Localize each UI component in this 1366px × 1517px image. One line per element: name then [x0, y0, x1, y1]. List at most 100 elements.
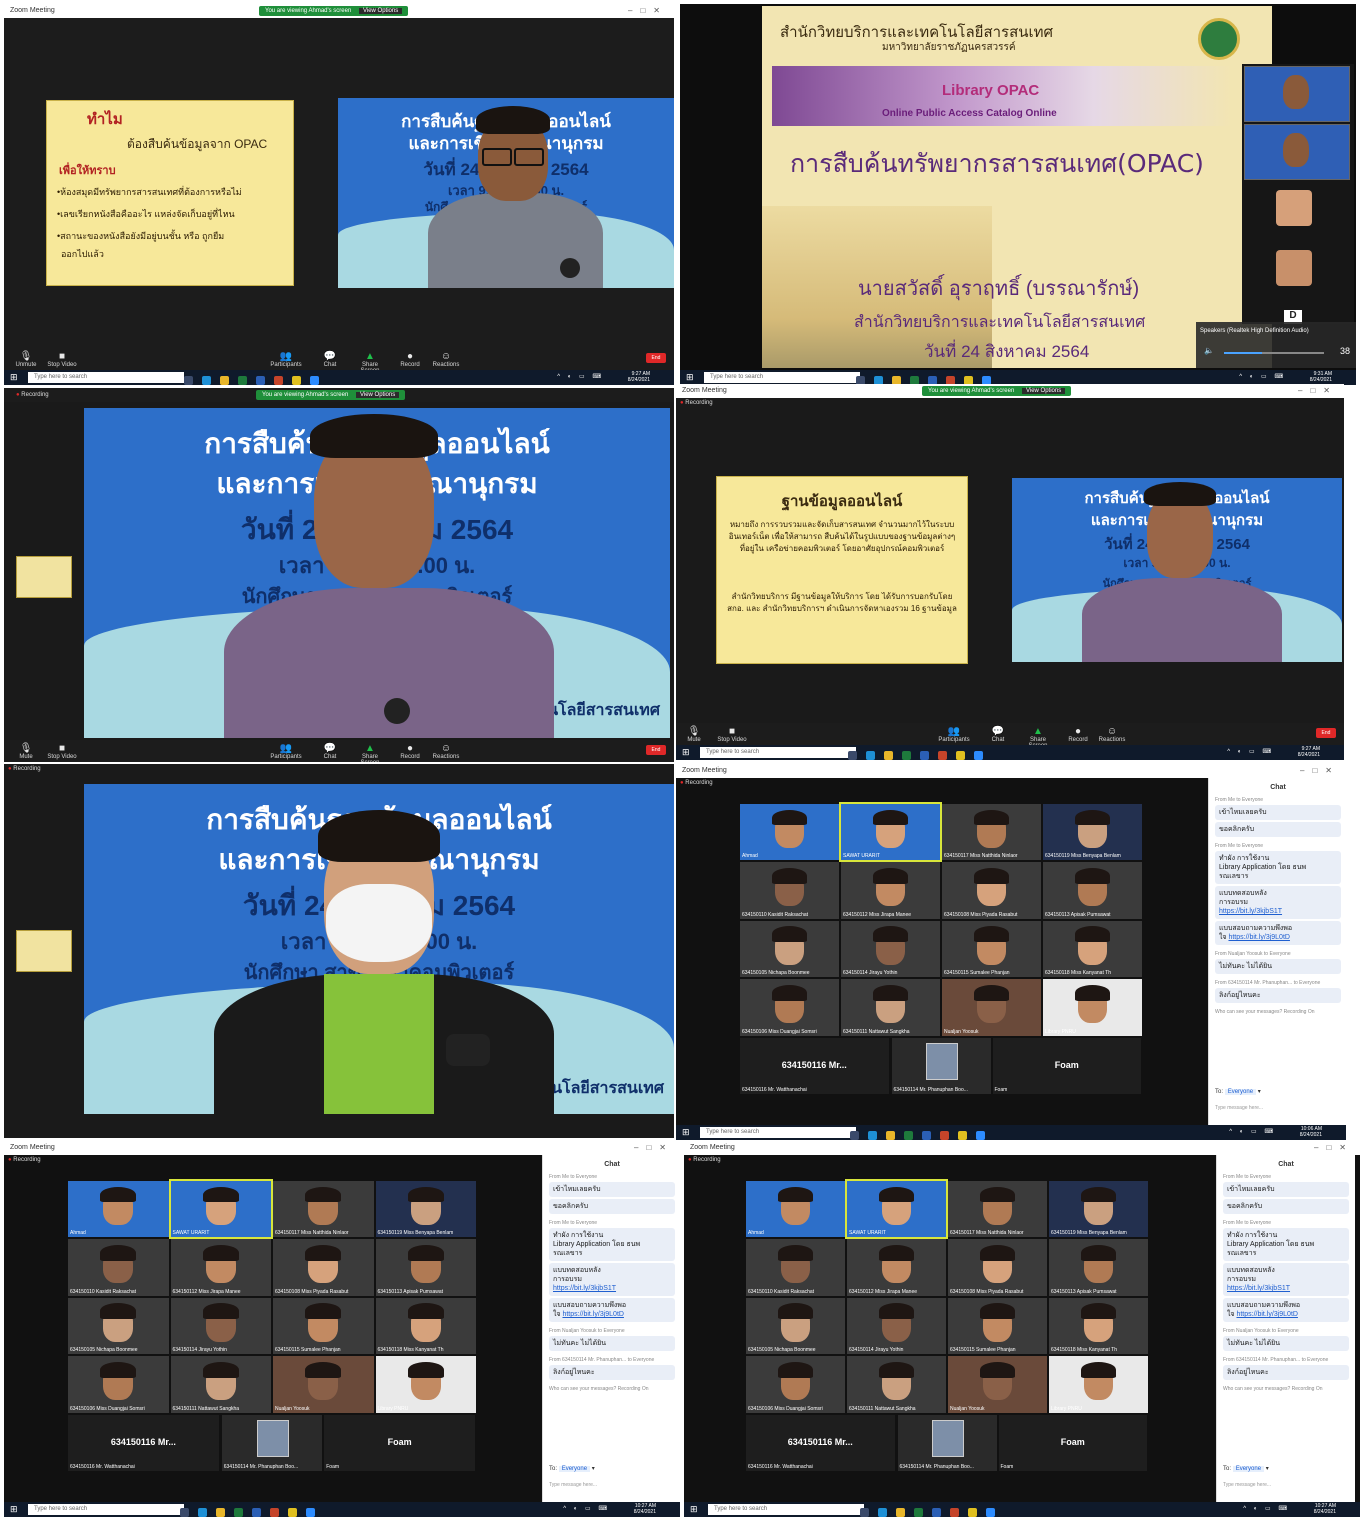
- stop-video-button[interactable]: ■ Stop Video: [46, 743, 78, 760]
- participant-tile[interactable]: Foam Foam: [998, 1414, 1147, 1471]
- participant-tile[interactable]: 634150114 Mr. Phanuphan Boo...: [897, 1414, 997, 1471]
- stop-video-button[interactable]: ■ Stop Video: [716, 726, 748, 743]
- taskbar-search-input[interactable]: Type here to search: [28, 372, 184, 383]
- participant-tile[interactable]: 634150108 Miss Piyada Rasabut: [942, 862, 1041, 919]
- participant-tile[interactable]: Ahmad: [740, 804, 839, 861]
- participant-tile[interactable]: 634150105 Nichapa Boonmee: [746, 1297, 845, 1355]
- unmute-button[interactable]: 🎙 Unmute: [10, 351, 42, 368]
- participant-tile[interactable]: SAWAT URARIT: [845, 1178, 948, 1240]
- participant-tile[interactable]: 634150115 Sumalee Phanjan: [273, 1297, 374, 1355]
- chat-button[interactable]: 💬 Chat: [314, 351, 346, 368]
- participant-tile[interactable]: Library PNRU: [1043, 979, 1142, 1036]
- participant-tile[interactable]: SAWAT URARIT: [839, 801, 942, 863]
- participant-tile[interactable]: 634150117 Miss Natthida Ninlaor: [942, 804, 1041, 861]
- participant-tile[interactable]: 634150105 Nichapa Boonmee: [740, 920, 839, 978]
- window-controls[interactable]: –□✕: [1298, 384, 1338, 398]
- participant-tile[interactable]: 634150113 Apisak Pumsawat: [1043, 862, 1142, 919]
- reactions-button[interactable]: ☺ Reactions: [430, 743, 462, 760]
- participant-tile[interactable]: Ahmad: [68, 1181, 169, 1238]
- participant-tile[interactable]: 634150112 Miss Jirapa Manee: [847, 1239, 946, 1296]
- taskbar-clock[interactable]: 10:06 AM 8/24/2021: [1300, 1126, 1322, 1138]
- excel-icon[interactable]: [238, 376, 247, 385]
- chrome-icon[interactable]: [292, 376, 301, 385]
- chat-link[interactable]: https://bit.ly/3j9L0tD: [562, 1311, 623, 1318]
- participant-tile[interactable]: 634150114 Jirayu Yothin: [847, 1297, 946, 1355]
- participant-tile[interactable]: 634150119 Miss Benyapa Benlam: [1043, 804, 1142, 861]
- participant-tile[interactable]: 634150112 Miss Jirapa Manee: [841, 862, 940, 919]
- edge-icon[interactable]: [868, 1131, 877, 1140]
- participant-tile[interactable]: 634150116 Mr... 634150116 Mr. Watthanacha…: [746, 1414, 895, 1471]
- chat-message-input[interactable]: Type message here...: [1215, 1105, 1341, 1111]
- task-view-icon[interactable]: [850, 1131, 859, 1140]
- chat-recipient[interactable]: To: Everyone ▾: [549, 1465, 595, 1472]
- system-tray[interactable]: ^ ◐ ▭ ⌨: [557, 373, 604, 380]
- view-options-button[interactable]: View Options: [358, 8, 403, 14]
- task-view-icon[interactable]: [184, 376, 193, 385]
- participant-tile[interactable]: 634150114 Jirayu Yothin: [841, 920, 940, 978]
- participant-tile[interactable]: 634150116 Mr... 634150116 Mr. Watthanacha…: [68, 1414, 219, 1471]
- record-button[interactable]: ● Record: [1062, 726, 1094, 743]
- task-view-icon[interactable]: [860, 1508, 869, 1517]
- window-controls[interactable]: –□✕: [1314, 1141, 1354, 1155]
- participant-tile[interactable]: 634150105 Nichapa Boonmee: [68, 1297, 169, 1355]
- chrome-icon[interactable]: [968, 1508, 977, 1517]
- system-tray[interactable]: ^ ◐ ▭ ⌨: [1243, 1505, 1290, 1512]
- chat-message-input[interactable]: Type message here...: [1223, 1482, 1349, 1488]
- participant-tile[interactable]: Library PNRU: [375, 1356, 476, 1413]
- participant-tile[interactable]: 634150110 Kasidit Raksachat: [740, 862, 839, 919]
- excel-icon[interactable]: [914, 1508, 923, 1517]
- participant-tile[interactable]: Ahmad: [746, 1181, 845, 1238]
- window-controls[interactable]: –□✕: [628, 4, 668, 18]
- file-explorer-icon[interactable]: [884, 751, 893, 760]
- window-controls[interactable]: –□✕: [1300, 764, 1340, 778]
- chat-message-input[interactable]: Type message here...: [549, 1482, 675, 1488]
- edge-icon[interactable]: [198, 1508, 207, 1517]
- participant-tile[interactable]: 634150114 Mr. Phanuphan Boo...: [221, 1414, 323, 1471]
- participant-tile[interactable]: 634150116 Mr... 634150116 Mr. Watthanacha…: [740, 1037, 889, 1094]
- taskbar-search-input[interactable]: Type here to search: [700, 747, 856, 758]
- taskbar-search-input[interactable]: Type here to search: [700, 1127, 856, 1138]
- file-explorer-icon[interactable]: [216, 1508, 225, 1517]
- participant-tile[interactable]: 634150117 Miss Natthida Ninlaor: [948, 1181, 1047, 1238]
- windows-start-icon[interactable]: ⊞: [690, 1505, 699, 1514]
- participant-tile[interactable]: 634150111 Nattawut Sangkha: [847, 1356, 946, 1413]
- task-view-icon[interactable]: [848, 751, 857, 760]
- participant-tile[interactable]: 634150106 Miss Duangjai Somsri: [746, 1356, 845, 1413]
- participant-tile[interactable]: 634150118 Miss Kanyanat Th: [1043, 920, 1142, 978]
- windows-start-icon[interactable]: ⊞: [10, 1505, 19, 1514]
- mute-button[interactable]: 🎙 Mute: [10, 743, 42, 760]
- windows-start-icon[interactable]: ⊞: [682, 1128, 691, 1137]
- chat-link[interactable]: https://bit.ly/3j9L0tD: [1236, 1311, 1297, 1318]
- powerpoint-icon[interactable]: [270, 1508, 279, 1517]
- word-icon[interactable]: [922, 1131, 931, 1140]
- chrome-icon[interactable]: [958, 1131, 967, 1140]
- participant-tile[interactable]: Foam Foam: [992, 1037, 1141, 1094]
- end-meeting-button[interactable]: End: [1316, 728, 1336, 738]
- word-icon[interactable]: [932, 1508, 941, 1517]
- windows-start-icon[interactable]: ⊞: [10, 373, 19, 382]
- system-tray[interactable]: ^ ◐ ▭ ⌨: [1239, 373, 1286, 380]
- excel-icon[interactable]: [902, 751, 911, 760]
- participant-tile[interactable]: 634150119 Miss Benyapa Benlam: [1049, 1181, 1148, 1238]
- windows-start-icon[interactable]: ⊞: [686, 373, 695, 382]
- participants-button[interactable]: 👥 Participants: [938, 726, 970, 743]
- share-screen-button[interactable]: ▲Share Screen: [354, 743, 386, 762]
- participant-tile[interactable]: 634150110 Kasidit Raksachat: [746, 1239, 845, 1296]
- participant-tile[interactable]: 634150111 Nattawut Sangkha: [841, 979, 940, 1036]
- chat-recipient-select[interactable]: Everyone: [1232, 1466, 1265, 1472]
- powerpoint-icon[interactable]: [950, 1508, 959, 1517]
- participant-tile[interactable]: 634150114 Mr. Phanuphan Boo...: [891, 1037, 991, 1094]
- word-icon[interactable]: [256, 376, 265, 385]
- participant-tile[interactable]: 634150115 Sumalee Phanjan: [942, 920, 1041, 978]
- chat-recipient[interactable]: To: Everyone ▾: [1215, 1088, 1261, 1095]
- chrome-icon[interactable]: [288, 1508, 297, 1517]
- participant-tile[interactable]: 634150110 Kasidit Raksachat: [68, 1239, 169, 1296]
- participant-tile[interactable]: Library PNRU: [1049, 1356, 1148, 1413]
- zoom-app-icon[interactable]: [306, 1508, 315, 1517]
- edge-icon[interactable]: [202, 376, 211, 385]
- edge-icon[interactable]: [866, 751, 875, 760]
- file-explorer-icon[interactable]: [220, 376, 229, 385]
- windows-start-icon[interactable]: ⊞: [682, 748, 691, 757]
- participant-tile[interactable]: 634150118 Miss Kanyanat Th: [375, 1297, 476, 1355]
- window-controls[interactable]: –□✕: [634, 1141, 674, 1155]
